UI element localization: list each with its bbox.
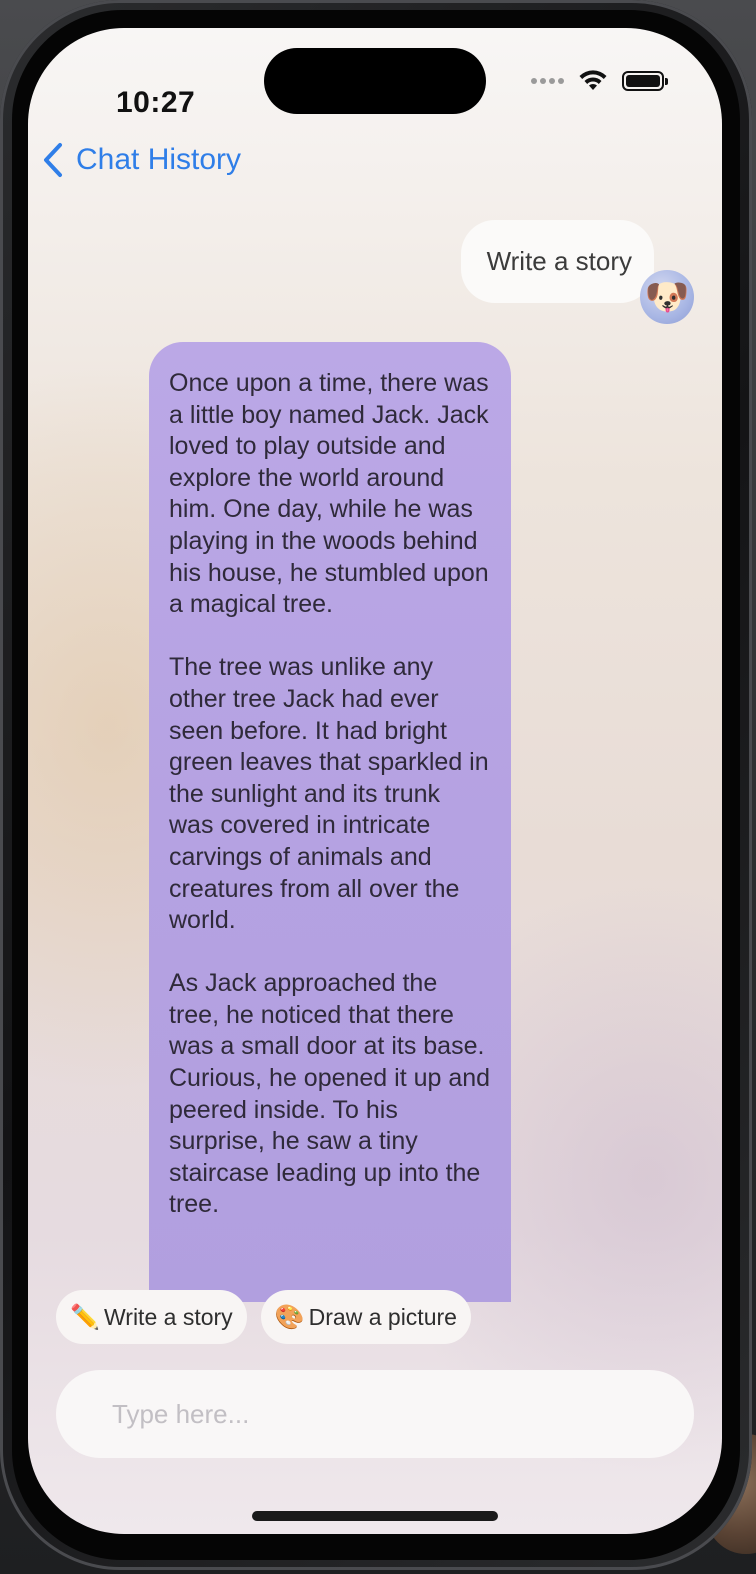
user-message-row: Write a story 🐶 [460, 220, 694, 324]
battery-icon [622, 71, 668, 91]
ai-message-paragraph: Once upon a time, there was a little boy… [169, 369, 489, 619]
status-indicators [531, 68, 668, 94]
dog-face-icon: 🐶 [644, 276, 690, 317]
write-story-chip[interactable]: ✏️ Write a story [56, 1290, 247, 1344]
back-button[interactable]: Chat History [42, 142, 241, 178]
quick-actions: ✏️ Write a story 🎨 Draw a picture [56, 1290, 471, 1344]
ai-message-paragraph: As Jack approached the tree, he noticed … [169, 969, 491, 1219]
cellular-signal-icon [531, 78, 564, 84]
ai-message-bubble[interactable]: Once upon a time, there was a little boy… [149, 342, 511, 1302]
user-avatar[interactable]: 🐶 [640, 270, 694, 324]
draw-picture-chip[interactable]: 🎨 Draw a picture [260, 1290, 471, 1344]
pencil-icon: ✏️ [70, 1303, 100, 1331]
chevron-left-icon [44, 143, 62, 177]
back-button-label: Chat History [76, 143, 242, 176]
chip-label: Draw a picture [308, 1303, 457, 1330]
message-input-placeholder: Type here... [112, 1398, 250, 1429]
status-time: 10:27 [116, 86, 196, 119]
ai-message-paragraph: The tree was unlike any other tree Jack … [169, 653, 489, 935]
dynamic-island [264, 48, 486, 114]
message-input[interactable]: Type here... [56, 1370, 694, 1458]
user-message-text: Write a story [486, 246, 632, 276]
palette-icon: 🎨 [274, 1303, 305, 1331]
chip-label: Write a story [104, 1303, 233, 1330]
home-indicator[interactable] [252, 1511, 498, 1521]
wifi-icon [579, 70, 607, 90]
user-message-bubble[interactable]: Write a story [460, 220, 664, 303]
chat-screen: 10:27 Chat History Write a story 🐶 Once … [28, 28, 722, 1534]
